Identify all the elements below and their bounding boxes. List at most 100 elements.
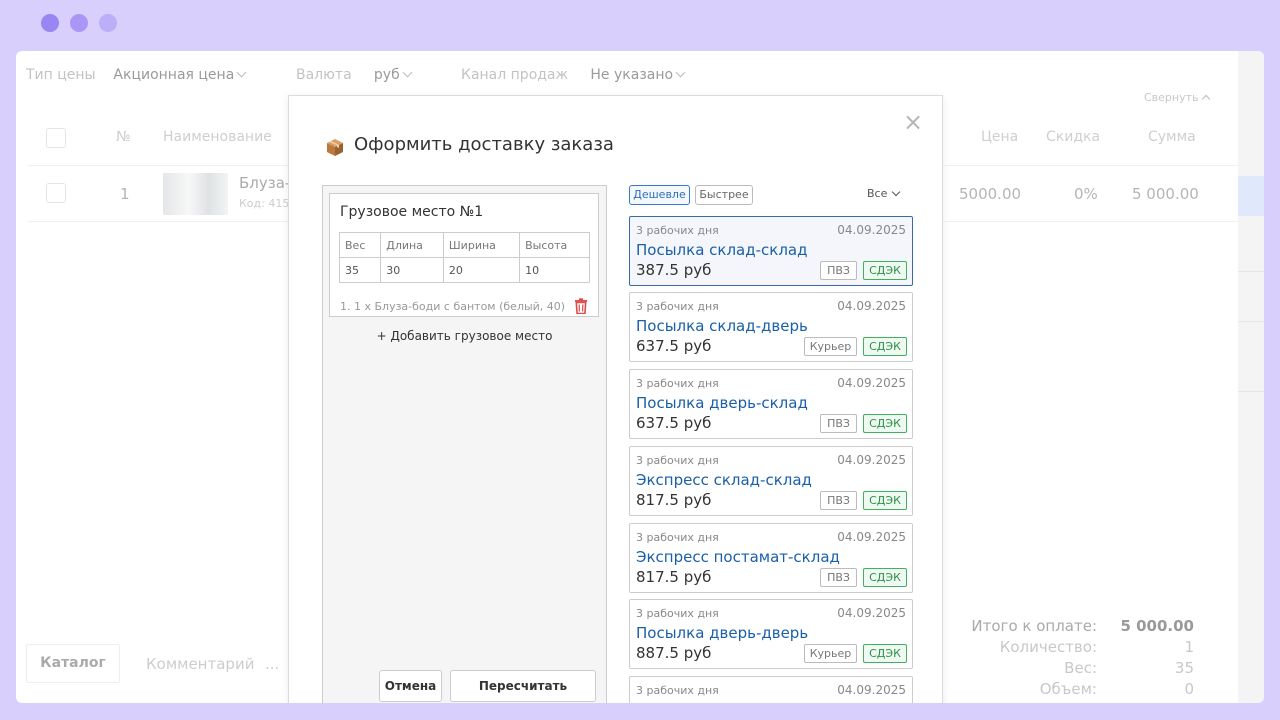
offer-days: 3 рабочих дня [636,531,719,544]
offer-days: 3 рабочих дня [636,607,719,620]
trash-icon[interactable] [574,298,588,314]
offer-price: 817.5 руб [636,568,712,586]
offer-days: 3 рабочих дня [636,684,719,697]
offer-date: 04.09.2025 [837,606,906,620]
divider [1238,271,1264,272]
product-thumbnail[interactable] [163,173,228,215]
offer-date: 04.09.2025 [837,376,906,390]
cargo-item-line: 1. 1 x Блуза-боди с бантом (белый, 40) [340,300,566,313]
modal-title: Оформить доставку заказа [325,134,614,155]
column-header-number: № [116,129,131,145]
sort-faster-button[interactable]: Быстрее [695,185,753,205]
collapse-label: Свернуть [1144,91,1199,104]
cargo-place-card: Грузовое место №1 Вес Длина Ширина Высот… [329,193,599,317]
cargo-header-width: Ширина [442,232,521,258]
chevron-down-icon [892,187,901,197]
currency-value: руб [373,67,400,83]
recalculate-delivery-button[interactable]: Пересчитать доставку [450,670,596,702]
cargo-header-weight: Вес [338,232,382,258]
cargo-dimensions-table: Вес Длина Ширина Высота 35 30 20 10 [338,232,590,283]
product-discount: 0% [1074,185,1098,203]
sales-channel-label: Канал продаж [461,67,569,83]
right-side-highlight [1238,176,1264,216]
divider [1238,391,1264,392]
delivery-offer[interactable]: 3 рабочих дня 04.09.2025 Посылка дверь-с… [629,369,913,439]
quantity-value: 1 [1184,638,1194,656]
cargo-length-input[interactable]: 30 [380,257,444,283]
product-code: Код: 415 [239,197,290,210]
window-dot-close[interactable] [41,14,59,32]
chevron-up-icon [1201,94,1210,104]
select-all-checkbox[interactable] [46,128,66,148]
cargo-panel: Грузовое место №1 Вес Длина Ширина Высот… [322,185,607,703]
window-dot-minimize[interactable] [70,14,88,32]
price-type-filter[interactable]: Тип цены Акционная цена [26,67,247,83]
offer-price: 887.5 руб [636,644,712,662]
delivery-offer[interactable]: 3 рабочих дня 04.09.2025 Посылка склад-д… [629,292,913,362]
price-type-label: Тип цены [26,67,96,83]
weight-label: Вес: [1064,659,1097,677]
delivery-offer[interactable]: 3 рабочих дня 04.09.2025 Посылка дверь-д… [629,599,913,669]
offer-days: 3 рабочих дня [636,377,719,390]
offer-name: Посылка склад-дверь [636,317,808,335]
cargo-width-input[interactable]: 20 [442,257,521,283]
close-icon[interactable]: × [903,110,923,134]
offer-name: Экспресс постамат-склад [636,548,840,566]
offer-name: Экспресс склад-склад [636,471,812,489]
window-dot-maximize[interactable] [99,14,117,32]
volume-value: 0 [1184,680,1194,698]
volume-label: Объем: [1039,680,1097,698]
offer-price: 637.5 руб [636,414,712,432]
cargo-weight-input[interactable]: 35 [338,257,382,283]
cargo-place-title: Грузовое место №1 [340,204,484,220]
offer-carrier-badge: СДЭК [863,644,907,663]
price-type-value: Акционная цена [113,67,235,83]
offer-date: 04.09.2025 [837,683,906,697]
tab-more[interactable]: ... [265,655,279,673]
carrier-filter-value: Все [867,187,888,200]
offer-date: 04.09.2025 [837,299,906,313]
sales-channel-value: Не указано [590,67,674,83]
add-cargo-place-button[interactable]: + Добавить грузовое место [323,329,606,343]
delivery-offers-panel: Дешевле Быстрее Все 3 рабочих дня 04.09.… [629,185,913,703]
tab-catalog[interactable]: Каталог [26,644,120,683]
carrier-filter-dropdown[interactable]: Все [867,187,901,200]
sort-cheaper-button[interactable]: Дешевле [629,185,690,205]
offer-price: 637.5 руб [636,337,712,355]
offer-carrier-badge: СДЭК [863,414,907,433]
cargo-header-length: Длина [380,232,444,258]
modal-title-text: Оформить доставку заказа [354,134,614,155]
product-price: 5000.00 [959,185,1022,203]
offer-type-badge: ПВЗ [820,414,857,433]
delivery-offer[interactable]: 3 рабочих дня 04.09.2025 Посылка склад-с… [629,216,913,286]
cargo-height-input[interactable]: 10 [519,257,590,283]
total-value: 5 000.00 [1120,617,1194,635]
cancel-button[interactable]: Отмена [379,670,442,702]
product-sum: 5 000.00 [1132,185,1199,203]
offer-days: 3 рабочих дня [636,300,719,313]
offer-price: 817.5 руб [636,491,712,509]
right-side-panel [1238,51,1264,703]
delivery-offer[interactable]: 3 рабочих дня 04.09.2025 [629,676,913,703]
divider [1238,321,1264,322]
offer-type-badge: ПВЗ [820,261,857,280]
offer-date: 04.09.2025 [837,530,906,544]
offer-type-badge: ПВЗ [820,568,857,587]
row-number: 1 [120,185,130,203]
offer-name: Посылка склад-склад [636,241,808,259]
column-header-price: Цена [981,129,1019,145]
currency-label: Валюта [296,67,352,83]
delivery-offer[interactable]: 3 рабочих дня 04.09.2025 Экспресс склад-… [629,446,913,516]
total-label: Итого к оплате: [971,617,1097,635]
tab-comment[interactable]: Комментарий [146,655,254,673]
delivery-offer[interactable]: 3 рабочих дня 04.09.2025 Экспресс постам… [629,523,913,593]
offer-carrier-badge: СДЭК [863,491,907,510]
weight-value: 35 [1174,659,1194,677]
currency-filter[interactable]: Валюта руб [296,67,413,83]
row-checkbox[interactable] [46,183,66,203]
app-frame: Тип цены Акционная цена Валюта руб Канал… [16,51,1264,703]
column-header-discount: Скидка [1046,129,1101,145]
offer-days: 3 рабочих дня [636,454,719,467]
sales-channel-filter[interactable]: Канал продаж Не указано [461,67,686,83]
collapse-button[interactable]: Свернуть [1144,91,1210,104]
